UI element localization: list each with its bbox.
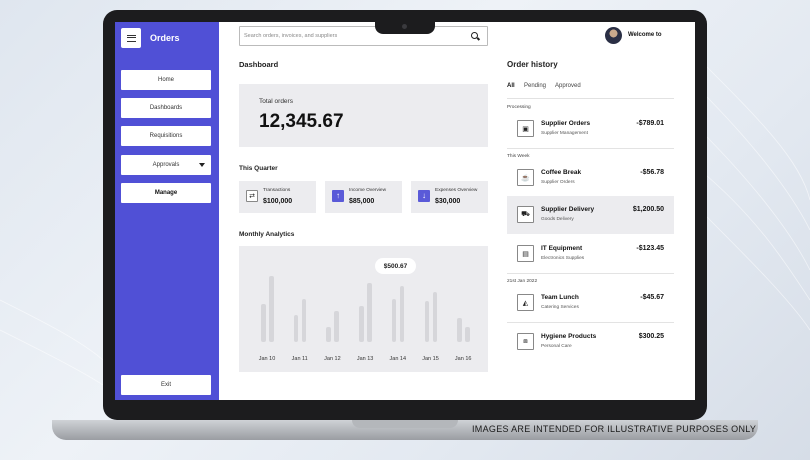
chart-bar [301, 298, 307, 342]
row-category: Supplier Management [541, 131, 588, 136]
chart-bar [457, 317, 462, 342]
row-amount: -$56.78 [640, 169, 664, 176]
chart-x-label: Jan 15 [422, 356, 439, 362]
nav-requisitions-button[interactable]: Requisitions [121, 126, 211, 146]
order-row[interactable]: ▤ IT Equipment Electronics Supplies -$12… [507, 235, 674, 273]
row-name: Coffee Break [541, 169, 582, 176]
card-title: Expenses Overview [435, 188, 478, 193]
chart-bar [261, 303, 266, 342]
row-name: Supplier Orders [541, 120, 591, 127]
chart-x-label: Jan 11 [291, 356, 308, 362]
page-title: Dashboard [239, 60, 279, 69]
row-category: Goods Delivery [541, 217, 574, 222]
search-placeholder: Search orders, invoices, and suppliers [244, 33, 338, 39]
row-name: Supplier Delivery [541, 206, 595, 213]
row-amount: $1,200.50 [632, 206, 664, 213]
row-name: IT Equipment [541, 245, 583, 252]
total-orders-value: 12,345.67 [259, 111, 344, 132]
chart-bar [334, 310, 339, 342]
order-row[interactable]: ◭ Team Lunch Catering Services -$45.67 [507, 284, 674, 322]
welcome-text: Welcome to [628, 32, 662, 38]
avatar[interactable] [605, 27, 622, 44]
chart-x-label: Jan 12 [324, 356, 341, 362]
chart-bar [432, 291, 437, 342]
arrow-down-icon: ↓ [418, 190, 430, 202]
card-title: Income Overview [349, 188, 387, 193]
chart-tooltip: $500.67 [375, 258, 416, 274]
order-history-title: Order history [507, 60, 558, 69]
order-row[interactable]: ☕ Coffee Break Supplier Orders -$56.78 [507, 159, 674, 197]
row-category: Electronics Supplies [541, 256, 585, 261]
chart-bar [399, 286, 405, 342]
caret-down-icon [199, 163, 205, 167]
row-name: Team Lunch [541, 294, 579, 301]
food-icon: ◭ [517, 294, 534, 311]
card-title: Transactions [263, 188, 291, 193]
chart-bar [359, 305, 364, 342]
disclaimer-text: IMAGES ARE INTENDED FOR ILLUSTRATIVE PUR… [472, 424, 757, 434]
nav-manage-button[interactable]: Manage [121, 183, 211, 203]
laptop-base-notch [352, 420, 458, 428]
transactions-card[interactable]: ⇄ Transactions $100,000 [239, 181, 316, 213]
card-value: $100,000 [263, 198, 293, 205]
nav-approvals-label: Approvals [152, 162, 180, 168]
nav-dashboards-button[interactable]: Dashboards [121, 98, 211, 118]
chart-x-label: Jan 10 [258, 356, 276, 362]
row-amount: -$789.01 [636, 120, 664, 127]
row-category: Supplier Orders [541, 180, 575, 185]
row-category: Personal Care [541, 344, 572, 349]
order-row[interactable]: ▣ Supplier Orders Supplier Management -$… [507, 110, 674, 148]
chart-x-label: Jan 14 [389, 356, 407, 362]
tabs-divider [507, 98, 674, 99]
row-category: Catering Services [541, 305, 579, 310]
expenses-overview-card[interactable]: ↓ Expenses Overview $30,000 [411, 181, 488, 213]
chart-bar [367, 282, 372, 342]
app-screen: Orders Home Dashboards Requisitions Appr… [115, 22, 695, 400]
chart-x-label: Jan 13 [356, 356, 374, 362]
device-icon: ▤ [517, 245, 534, 262]
order-row-highlighted[interactable]: ⛟ Supplier Delivery Goods Delivery $1,20… [507, 196, 674, 234]
bottle-icon: ⧈ [517, 333, 534, 350]
row-amount: $300.25 [638, 333, 664, 340]
box-icon: ▣ [517, 120, 534, 137]
sidebar: Orders Home Dashboards Requisitions Appr… [115, 22, 219, 400]
menu-icon[interactable] [121, 28, 141, 48]
analytics-title: Monthly Analytics [239, 231, 295, 238]
row-amount: -$123.45 [636, 245, 664, 252]
nav-home-button[interactable]: Home [121, 70, 211, 90]
monthly-analytics-chart: $500.67 Jan 10 Jan 11 Jan 12 Jan 13 Jan 14 Ja… [239, 246, 488, 372]
tab-approved[interactable]: Approved [555, 83, 581, 89]
chart-bar [465, 326, 470, 342]
nav-approvals-dropdown[interactable]: Approvals [121, 155, 211, 175]
exit-button[interactable]: Exit [121, 375, 211, 395]
chart-bar [326, 326, 331, 342]
chart-bar [293, 315, 299, 342]
coffee-icon: ☕ [517, 169, 534, 186]
total-orders-label: Total orders [259, 98, 293, 105]
camera-icon [402, 24, 407, 29]
chart-x-label: Jan 16 [454, 356, 472, 362]
quarter-title: This Quarter [239, 165, 278, 172]
search-icon[interactable] [471, 32, 478, 39]
card-value: $30,000 [435, 198, 461, 205]
tab-pending[interactable]: Pending [524, 83, 546, 89]
row-divider [507, 273, 674, 274]
arrow-up-icon: ↑ [332, 190, 344, 202]
row-name: Hygiene Products [541, 333, 597, 340]
row-divider [507, 148, 674, 149]
cart-icon: ⛟ [517, 206, 534, 223]
search-input[interactable]: Search orders, invoices, and suppliers [239, 26, 488, 46]
chart-bar [391, 298, 397, 342]
chart-bar [269, 275, 274, 342]
chart-bar [424, 301, 429, 342]
order-row[interactable]: ⧈ Hygiene Products Personal Care $300.25 [507, 323, 674, 361]
row-amount: -$45.67 [640, 294, 664, 301]
swap-icon: ⇄ [246, 190, 258, 202]
card-value: $85,000 [349, 198, 375, 205]
income-overview-card[interactable]: ↑ Income Overview $85,000 [325, 181, 402, 213]
total-orders-card: Total orders 12,345.67 [239, 84, 488, 147]
tab-all[interactable]: All [507, 83, 515, 89]
app-brand: Orders [150, 33, 180, 43]
